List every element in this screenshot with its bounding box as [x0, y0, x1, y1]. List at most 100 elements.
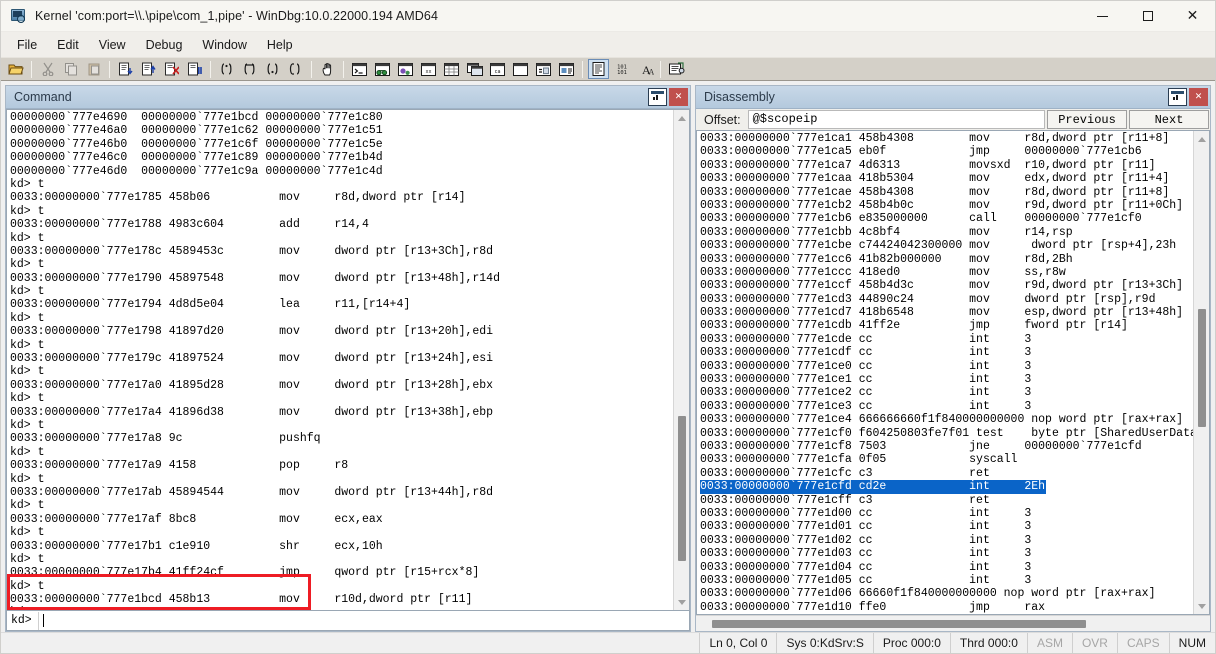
code-line[interactable]: 0033:00000000`777e1d05 cc int 3 [700, 574, 1193, 587]
command-input[interactable] [37, 611, 689, 630]
menu-help[interactable]: Help [257, 35, 303, 55]
code-line[interactable]: kd> t [10, 232, 673, 245]
code-line[interactable]: 00000000`777e46b0 00000000`777e1c6f 0000… [10, 138, 673, 151]
run-icon[interactable] [115, 59, 136, 79]
code-line[interactable]: 0033:00000000`777e1cd3 44890c24 mov dwor… [700, 293, 1193, 306]
menu-edit[interactable]: Edit [47, 35, 89, 55]
command-scroll-track[interactable] [674, 126, 689, 594]
code-line[interactable]: kd> t [10, 205, 673, 218]
code-line[interactable]: 0033:00000000`777e1caa 418b5304 mov edx,… [700, 172, 1193, 185]
disassembly-vertical-scrollbar[interactable] [1193, 131, 1209, 614]
code-line[interactable]: 0033:00000000`777e1785 458b06 mov r8d,dw… [10, 191, 673, 204]
code-line[interactable]: 0033:00000000`777e1cfc c3 ret [700, 467, 1193, 480]
code-line[interactable]: 0033:00000000`777e1ca1 458b4308 mov r8d,… [700, 132, 1193, 145]
code-line[interactable]: 0033:00000000`777e1cf8 7503 jne 00000000… [700, 440, 1193, 453]
code-line[interactable]: 0033:00000000`777e17a4 41896d38 mov dwor… [10, 406, 673, 419]
break-hand-icon[interactable] [317, 59, 338, 79]
source-window-icon[interactable] [556, 59, 577, 79]
code-line[interactable]: 0033:00000000`777e1798 41897d20 mov dwor… [10, 325, 673, 338]
close-icon[interactable]: ✕ [1189, 88, 1208, 106]
code-line[interactable]: 0033:00000000`777e1cdf cc int 3 [700, 346, 1193, 359]
code-line[interactable]: kd> t [10, 606, 673, 610]
code-line[interactable]: 0033:00000000`777e1cfa 0f05 syscall [700, 453, 1193, 466]
code-line[interactable]: 0033:00000000`777e1ce0 cc int 3 [700, 360, 1193, 373]
code-line[interactable]: 0033:00000000`777e1d03 cc int 3 [700, 547, 1193, 560]
scroll-up-arrow-icon[interactable] [674, 110, 689, 126]
code-line[interactable]: 0033:00000000`777e1cc6 41b82b000000 mov … [700, 253, 1193, 266]
code-line[interactable]: kd> t [10, 526, 673, 539]
code-line[interactable]: 0033:00000000`777e17a9 4158 pop r8 [10, 459, 673, 472]
code-line[interactable]: 0033:00000000`777e179c 41897524 mov dwor… [10, 352, 673, 365]
code-line[interactable]: kd> t [10, 473, 673, 486]
code-line[interactable]: 0033:00000000`777e178c 4589453c mov dwor… [10, 245, 673, 258]
dock-icon[interactable] [1168, 88, 1187, 106]
close-icon[interactable]: ✕ [669, 88, 688, 106]
code-line[interactable]: 0033:00000000`777e1ca5 eb0f jmp 00000000… [700, 145, 1193, 158]
code-line[interactable]: 0033:00000000`777e17ab 45894544 mov dwor… [10, 486, 673, 499]
code-line[interactable]: 0033:00000000`777e1ce4 666666660f1f84000… [700, 413, 1193, 426]
code-line[interactable]: 00000000`777e46c0 00000000`777e1c89 0000… [10, 151, 673, 164]
code-line[interactable]: 0033:00000000`777e1d10 ffe0 jmp rax [700, 601, 1193, 614]
registers-window-icon[interactable]: xx [418, 59, 439, 79]
disassembly-output-text[interactable]: 0033:00000000`777e1ca1 458b4308 mov r8d,… [697, 131, 1193, 614]
code-line[interactable]: kd> t [10, 312, 673, 325]
step-over-icon[interactable] [239, 59, 260, 79]
step-out-icon[interactable] [262, 59, 283, 79]
code-line[interactable]: 0033:00000000`777e1d02 cc int 3 [700, 534, 1193, 547]
scratch-pad-icon[interactable] [510, 59, 531, 79]
dock-icon[interactable] [648, 88, 667, 106]
call-stack-window-icon[interactable] [464, 59, 485, 79]
code-line[interactable]: 0033:00000000`777e1cd7 418b6548 mov esp,… [700, 306, 1193, 319]
font-icon[interactable]: AA [634, 59, 655, 79]
run-to-cursor-icon[interactable] [285, 59, 306, 79]
disassembly-horizontal-scrollbar[interactable] [696, 615, 1210, 631]
command-output-text[interactable]: 00000000`777e4690 00000000`777e1bcd 0000… [7, 110, 673, 610]
stop-debugging-icon[interactable] [161, 59, 182, 79]
code-line[interactable]: 0033:00000000`777e1cae 458b4308 mov r8d,… [700, 186, 1193, 199]
close-button[interactable]: ✕ [1170, 1, 1215, 32]
code-line[interactable]: kd> t [10, 553, 673, 566]
code-line[interactable]: 0033:00000000`777e17a8 9c pushfq [10, 432, 673, 445]
maximize-button[interactable] [1125, 1, 1170, 32]
code-line[interactable]: 00000000`777e4690 00000000`777e1bcd 0000… [10, 111, 673, 124]
code-line[interactable]: 0033:00000000`777e1bcd 458b13 mov r10d,d… [10, 593, 673, 606]
code-line[interactable]: 0033:00000000`777e1cbb 4c8bf4 mov r14,rs… [700, 226, 1193, 239]
code-line[interactable]: 00000000`777e46a0 00000000`777e1c62 0000… [10, 124, 673, 137]
memory-window-icon[interactable] [441, 59, 462, 79]
code-line[interactable]: 0033:00000000`777e1d06 66660f1f840000000… [700, 587, 1193, 600]
code-line[interactable]: 0033:00000000`777e1ca7 4d6313 movsxd r10… [700, 159, 1193, 172]
menu-window[interactable]: Window [192, 35, 256, 55]
code-line[interactable]: 0033:00000000`777e17af 8bc8 mov ecx,eax [10, 513, 673, 526]
code-line[interactable]: 00000000`777e46d0 00000000`777e1c9a 0000… [10, 165, 673, 178]
code-line[interactable]: 0033:00000000`777e1cde cc int 3 [700, 333, 1193, 346]
restart-icon[interactable] [184, 59, 205, 79]
open-workspace-icon[interactable] [5, 59, 26, 79]
code-line[interactable]: kd> t [10, 419, 673, 432]
code-line[interactable]: 0033:00000000`777e1cbe c74424042300000 m… [700, 239, 1193, 252]
assembly-mode-icon[interactable]: 101 101 [611, 59, 632, 79]
code-line[interactable]: 0033:00000000`777e1ce3 cc int 3 [700, 400, 1193, 413]
break-icon[interactable] [138, 59, 159, 79]
code-line[interactable]: 0033:00000000`777e1d01 cc int 3 [700, 520, 1193, 533]
code-line[interactable]: kd> t [10, 285, 673, 298]
code-line[interactable]: kd> t [10, 258, 673, 271]
step-into-icon[interactable] [216, 59, 237, 79]
command-input-row[interactable]: kd> [6, 611, 690, 631]
code-line[interactable]: kd> t [10, 178, 673, 191]
scroll-down-arrow-icon[interactable] [1194, 598, 1209, 614]
next-button[interactable]: Next [1129, 110, 1209, 129]
code-line[interactable]: kd> t [10, 365, 673, 378]
processes-threads-icon[interactable] [533, 59, 554, 79]
code-line[interactable]: 0033:00000000`777e1ccc 418ed0 mov ss,r8w [700, 266, 1193, 279]
disassembly-window-icon[interactable]: ca [487, 59, 508, 79]
command-vertical-scrollbar[interactable] [673, 110, 689, 610]
code-line[interactable]: 0033:00000000`777e1ce2 cc int 3 [700, 386, 1193, 399]
code-line[interactable]: 0033:00000000`777e17a0 41895d28 mov dwor… [10, 379, 673, 392]
disassembly-scroll-track[interactable] [1194, 147, 1209, 598]
code-line[interactable]: kd> t [10, 580, 673, 593]
watch-window-icon[interactable] [372, 59, 393, 79]
code-line[interactable]: 0033:00000000`777e1ce1 cc int 3 [700, 373, 1193, 386]
code-line[interactable]: 0033:00000000`777e1cb6 e835000000 call 0… [700, 212, 1193, 225]
code-line[interactable]: 0033:00000000`777e1cf0 f604250803fe7f01 … [700, 427, 1193, 440]
code-line[interactable]: kd> t [10, 339, 673, 352]
